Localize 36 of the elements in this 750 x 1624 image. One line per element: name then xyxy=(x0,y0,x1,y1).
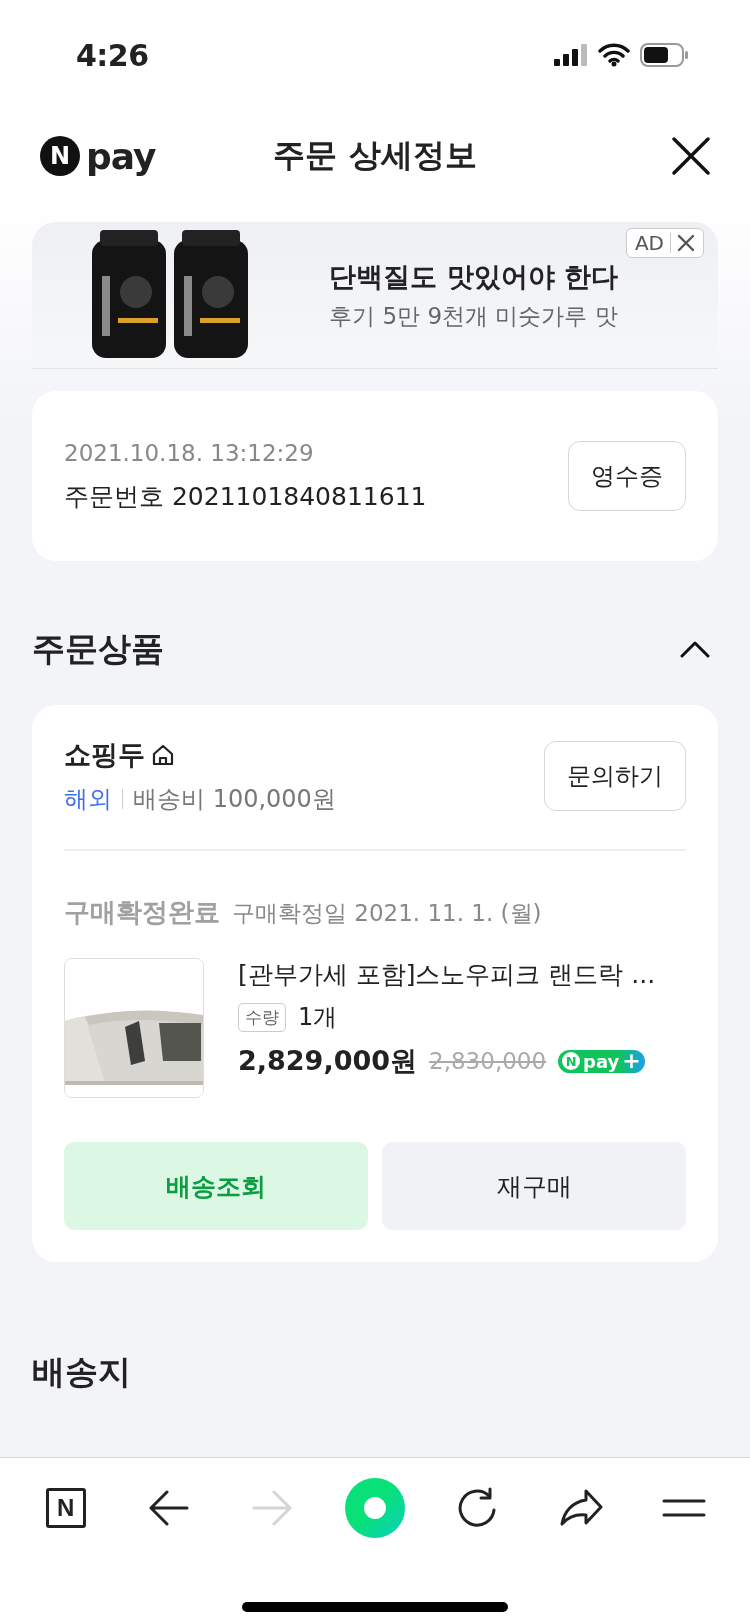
status-time: 4:26 xyxy=(76,37,149,73)
shipping-fee: 배송비 100,000원 xyxy=(133,784,336,815)
origin-label: 해외 xyxy=(64,784,112,815)
close-icon[interactable] xyxy=(672,137,710,175)
wifi-icon xyxy=(598,43,630,67)
battery-icon xyxy=(640,43,690,67)
page-title: 주문 상세정보 xyxy=(273,136,477,174)
inquiry-button[interactable]: 문의하기 xyxy=(544,741,686,811)
order-status: 구매확정완료 xyxy=(64,896,220,929)
ad-label: AD xyxy=(634,231,664,255)
ad-subline: 후기 5만 9천개 미숫가루 맛 xyxy=(329,301,618,331)
quantity-label: 수량 xyxy=(238,1002,286,1032)
reorder-button[interactable]: 재구매 xyxy=(382,1142,686,1230)
order-number: 주문번호 2021101840811611 xyxy=(64,480,427,513)
confirm-date: 구매확정일 2021. 11. 1. (월) xyxy=(232,899,542,928)
order-datetime: 2021.10.18. 13:12:29 xyxy=(64,439,315,466)
section-title: 주문상품 xyxy=(32,627,164,670)
npay-logo-mark: N xyxy=(40,136,80,176)
product-title[interactable]: [관부가세 포함]스노우피크 랜드락 ... xyxy=(238,958,656,991)
npay-plus-badge: N pay+ xyxy=(558,1049,645,1073)
naver-button[interactable]: N xyxy=(45,1488,86,1528)
caret-icon[interactable] xyxy=(680,640,710,658)
signal-icon xyxy=(554,44,588,66)
price: 2,829,000원 xyxy=(238,1044,418,1078)
ad-headline: 단백질도 맛있어야 한다 xyxy=(329,259,618,294)
original-price: 2,830,000 xyxy=(429,1048,547,1074)
quantity-value: 1개 xyxy=(298,1002,338,1033)
store-name[interactable]: 쇼핑두 xyxy=(64,737,145,773)
menu-icon[interactable] xyxy=(662,1498,707,1518)
receipt-button[interactable]: 영수증 xyxy=(568,441,686,511)
section-title: 배송지 xyxy=(32,1351,132,1393)
close-icon[interactable] xyxy=(677,234,695,252)
home-icon[interactable] xyxy=(151,743,175,767)
share-icon[interactable] xyxy=(558,1488,605,1528)
npay-logo-text: pay xyxy=(86,135,156,177)
ad-banner[interactable]: 단백질도 맛있어야 한다 후기 5만 9천개 미숫가루 맛 AD xyxy=(32,222,718,369)
